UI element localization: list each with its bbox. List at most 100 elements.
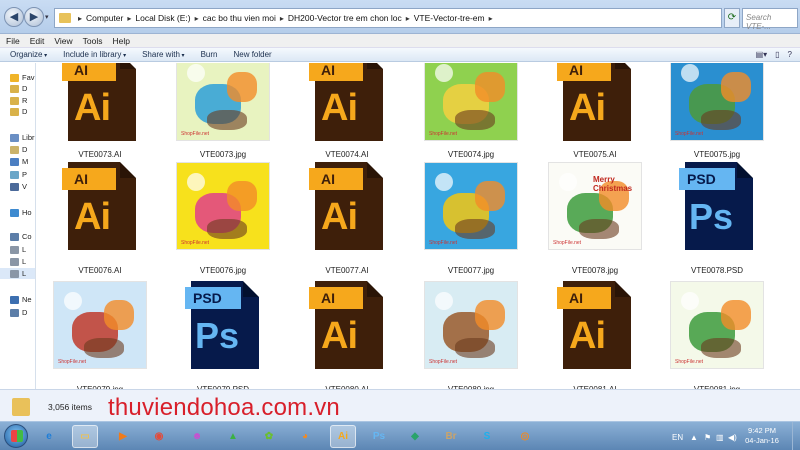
change-view-icon[interactable]: ▤▾ bbox=[756, 50, 768, 59]
nav-item[interactable]: M bbox=[10, 156, 28, 167]
breadcrumb-separator[interactable]: ▸ bbox=[489, 14, 493, 23]
new-folder-button[interactable]: New folder bbox=[233, 50, 271, 59]
start-button[interactable] bbox=[4, 424, 28, 448]
nav-item[interactable]: P bbox=[10, 169, 27, 180]
firefox-icon[interactable]: ◕ bbox=[292, 425, 318, 448]
bridge-icon[interactable]: Br bbox=[438, 425, 464, 448]
nav-item[interactable]: Co bbox=[10, 231, 32, 242]
file-name[interactable]: VTE0077.jpg bbox=[421, 266, 521, 275]
messenger-icon[interactable]: ☻ bbox=[184, 425, 210, 448]
menu-view[interactable]: View bbox=[54, 36, 72, 46]
photoshop-icon[interactable]: Ps bbox=[366, 425, 392, 448]
file-thumbnail[interactable]: ShopFile.net bbox=[421, 162, 521, 250]
show-desktop-button[interactable] bbox=[792, 422, 800, 450]
sketchup-icon[interactable]: ◆ bbox=[402, 425, 428, 448]
file-thumbnail[interactable]: AI Ai bbox=[50, 63, 150, 141]
file-thumbnail[interactable]: AI Ai bbox=[297, 162, 397, 250]
preview-pane-icon[interactable]: ▯ bbox=[775, 50, 779, 59]
volume-icon[interactable]: ◀) bbox=[728, 433, 737, 442]
corel-icon[interactable]: ✿ bbox=[256, 425, 282, 448]
nav-item[interactable]: L bbox=[10, 244, 26, 255]
breadcrumb-separator[interactable]: ▸ bbox=[195, 14, 199, 23]
file-name[interactable]: VTE0077.AI bbox=[297, 266, 397, 275]
clock-date: 04-Jan-16 bbox=[745, 436, 779, 445]
file-thumbnail[interactable]: AI Ai bbox=[297, 281, 397, 369]
address-bar[interactable]: ▸ Computer ▸ Local Disk (E:) ▸ cac bo thu vie… bbox=[54, 8, 722, 28]
nav-item[interactable]: D bbox=[10, 106, 27, 117]
nav-item[interactable]: L bbox=[10, 256, 26, 267]
help-icon[interactable]: ? bbox=[788, 50, 792, 59]
clock[interactable]: 9:42 PM 04-Jan-16 bbox=[740, 426, 784, 446]
nav-item[interactable]: Ne bbox=[10, 294, 32, 305]
share-with-button[interactable]: Share with bbox=[142, 50, 184, 59]
photoshop-file-icon: PSD Ps bbox=[185, 281, 261, 369]
nav-item[interactable]: D bbox=[10, 83, 27, 94]
file-name[interactable]: VTE0075.AI bbox=[545, 150, 645, 159]
nav-item[interactable]: V bbox=[10, 181, 27, 192]
file-thumbnail[interactable]: AI Ai bbox=[545, 63, 645, 141]
skype-icon[interactable]: S bbox=[474, 425, 500, 448]
forward-button[interactable]: ▶ bbox=[24, 7, 44, 27]
explorer-icon[interactable]: ▭ bbox=[72, 425, 98, 448]
language-indicator[interactable]: EN bbox=[672, 433, 683, 442]
menu-file[interactable]: File bbox=[6, 36, 20, 46]
breadcrumb-separator[interactable]: ▸ bbox=[127, 14, 131, 23]
nav-item[interactable]: Ho bbox=[10, 207, 32, 218]
file-thumbnail[interactable]: ShopFile.net bbox=[421, 281, 521, 369]
file-name[interactable]: VTE0076.jpg bbox=[173, 266, 273, 275]
file-name[interactable]: VTE0074.AI bbox=[297, 150, 397, 159]
nav-item[interactable]: Fav bbox=[10, 72, 35, 83]
nav-item[interactable]: R bbox=[10, 95, 27, 106]
file-thumbnail[interactable]: PSD Ps bbox=[667, 162, 767, 250]
menu-help[interactable]: Help bbox=[112, 36, 129, 46]
file-name[interactable]: VTE0074.jpg bbox=[421, 150, 521, 159]
breadcrumb-item[interactable]: DH200-Vector tre em chon loc bbox=[288, 13, 402, 23]
flag-icon[interactable]: ⚑ bbox=[704, 433, 711, 442]
menu-tools[interactable]: Tools bbox=[83, 36, 103, 46]
file-thumbnail[interactable]: AI Ai bbox=[50, 162, 150, 250]
breadcrumb-separator[interactable]: ▸ bbox=[406, 14, 410, 23]
burn-button[interactable]: Burn bbox=[201, 50, 218, 59]
nav-item[interactable]: D bbox=[10, 144, 27, 155]
nav-item[interactable]: L bbox=[0, 268, 35, 279]
nav-item[interactable]: Libr bbox=[10, 132, 35, 143]
recent-pages-dropdown-icon[interactable]: ▾ bbox=[45, 13, 49, 21]
nav-item[interactable]: D bbox=[10, 307, 27, 318]
breadcrumb-item[interactable]: Computer bbox=[86, 13, 123, 23]
breadcrumb-item[interactable]: Local Disk (E:) bbox=[135, 13, 190, 23]
file-name[interactable]: VTE0078.jpg bbox=[545, 266, 645, 275]
illustrator-icon[interactable]: Ai bbox=[330, 425, 356, 448]
back-button[interactable]: ◀ bbox=[4, 7, 24, 27]
breadcrumb-item[interactable]: VTE-Vector-tre-em bbox=[414, 13, 485, 23]
file-name[interactable]: VTE0075.jpg bbox=[667, 150, 767, 159]
ie-icon[interactable]: e bbox=[36, 425, 62, 448]
file-name[interactable]: VTE0076.AI bbox=[50, 266, 150, 275]
file-thumbnail[interactable]: ShopFile.net bbox=[667, 281, 767, 369]
file-thumbnail[interactable]: ShopFile.net bbox=[667, 63, 767, 141]
file-thumbnail[interactable]: ShopFile.net bbox=[173, 162, 273, 250]
chrome-icon[interactable]: ◉ bbox=[146, 425, 172, 448]
breadcrumb-separator[interactable]: ▸ bbox=[78, 14, 82, 23]
file-thumbnail[interactable]: ShopFile.net Merry Christmas bbox=[545, 162, 645, 250]
file-thumbnail[interactable]: AI Ai bbox=[297, 63, 397, 141]
file-thumbnail[interactable]: ShopFile.net bbox=[50, 281, 150, 369]
organize-button[interactable]: Organize bbox=[10, 50, 47, 59]
breadcrumb-item[interactable]: cac bo thu vien moi bbox=[203, 13, 276, 23]
file-thumbnail[interactable]: PSD Ps bbox=[173, 281, 273, 369]
file-name[interactable]: VTE0078.PSD bbox=[667, 266, 767, 275]
refresh-button[interactable]: ⟳ bbox=[724, 8, 740, 28]
breadcrumb-separator[interactable]: ▸ bbox=[280, 14, 284, 23]
file-thumbnail[interactable]: ShopFile.net bbox=[173, 63, 273, 141]
search-input[interactable]: Search VTE-... bbox=[742, 8, 798, 31]
file-name[interactable]: VTE0073.AI bbox=[50, 150, 150, 159]
green-app-icon[interactable]: ▲ bbox=[220, 425, 246, 448]
file-name[interactable]: VTE0073.jpg bbox=[173, 150, 273, 159]
media-player-icon[interactable]: ▶ bbox=[110, 425, 136, 448]
include-in-library-button[interactable]: Include in library bbox=[63, 50, 126, 59]
orange-app-icon[interactable]: ◎ bbox=[512, 425, 538, 448]
file-thumbnail[interactable]: ShopFile.net bbox=[421, 63, 521, 141]
menu-edit[interactable]: Edit bbox=[30, 36, 45, 46]
file-thumbnail[interactable]: AI Ai bbox=[545, 281, 645, 369]
show-hidden-icons-icon[interactable]: ▲ bbox=[690, 433, 698, 442]
network-icon[interactable]: ▥ bbox=[716, 433, 724, 442]
